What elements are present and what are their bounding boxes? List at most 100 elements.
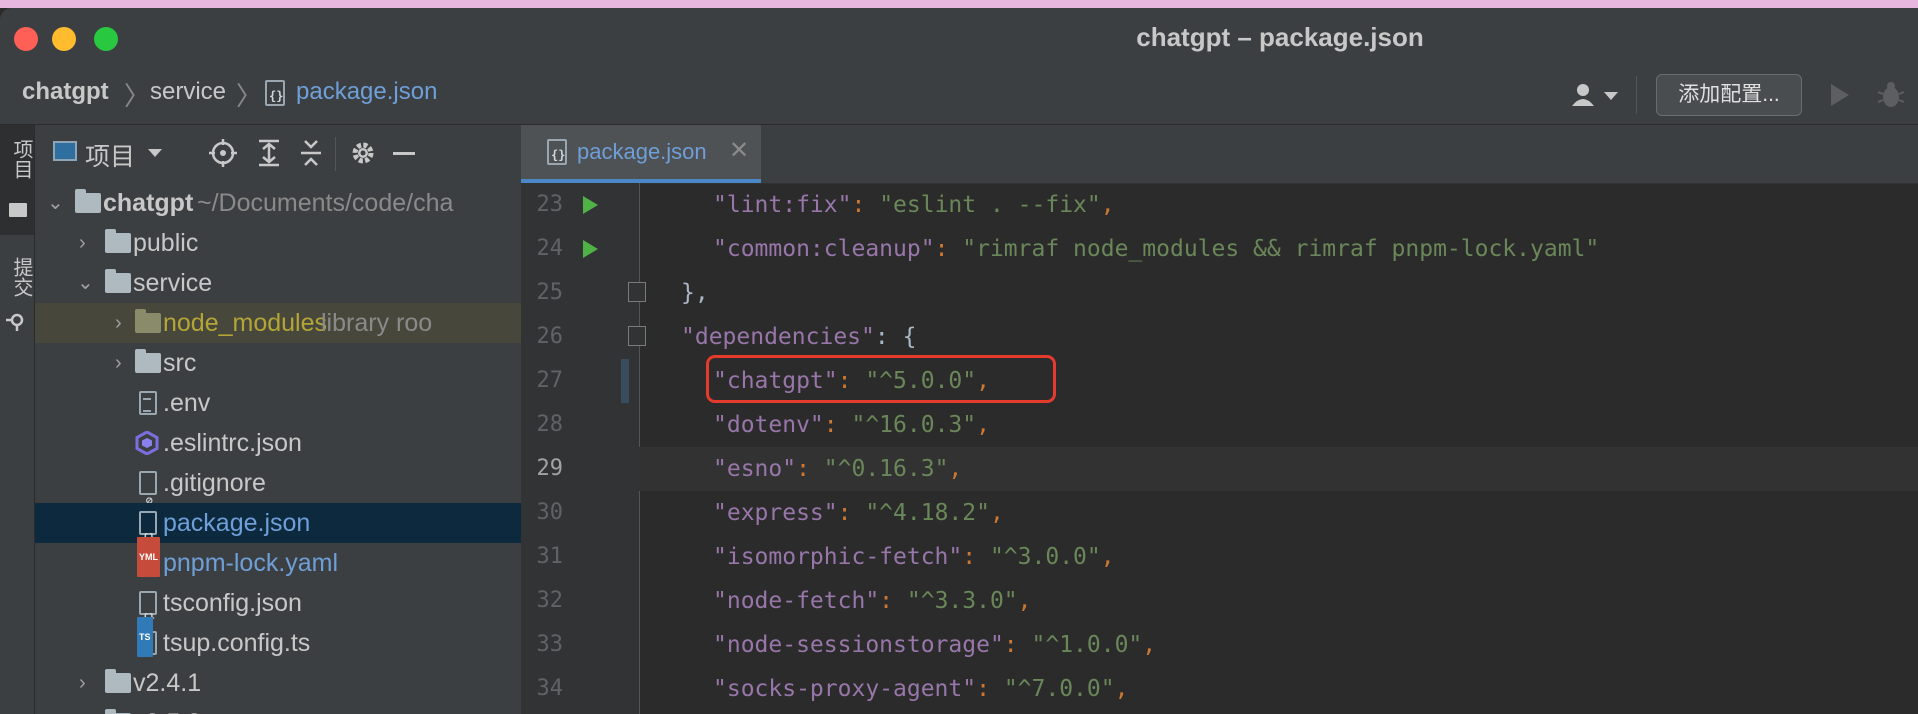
json-file-icon: {} bbox=[263, 80, 285, 108]
code-line[interactable]: "common:cleanup": "rimraf node_modules &… bbox=[713, 227, 1599, 271]
run-script-icon[interactable] bbox=[583, 196, 598, 214]
code-line[interactable]: }, bbox=[681, 271, 709, 315]
json-brace: }, bbox=[681, 280, 709, 306]
toolbar-divider bbox=[1636, 76, 1637, 114]
collapse-all-icon[interactable] bbox=[297, 139, 325, 167]
chevron-right-icon: 〉 bbox=[124, 81, 151, 111]
tree-item-public[interactable]: › public bbox=[35, 223, 521, 263]
json-key: "express" bbox=[713, 500, 838, 526]
minimize-panel-icon[interactable] bbox=[393, 152, 415, 155]
json-key: "esno" bbox=[713, 456, 797, 482]
json-punct: , bbox=[1100, 192, 1115, 218]
user-account-icon[interactable] bbox=[1570, 82, 1622, 108]
tab-package-json[interactable]: {} package.json ✕ bbox=[521, 125, 761, 183]
json-value: "rimraf node_modules && rimraf pnpm-lock… bbox=[962, 236, 1600, 262]
minimize-window-button[interactable] bbox=[52, 27, 76, 51]
tree-item-tsconfig[interactable]: {} tsconfig.json bbox=[35, 583, 521, 624]
project-view-selector[interactable]: 项目 bbox=[85, 137, 135, 173]
breadcrumb-item-folder[interactable]: service bbox=[150, 78, 226, 106]
tool-window-commit-tab[interactable]: 提交 bbox=[0, 257, 34, 347]
expand-all-icon[interactable] bbox=[255, 139, 283, 167]
chevron-right-icon[interactable]: › bbox=[115, 303, 122, 343]
project-tool-label: 项目 bbox=[10, 139, 32, 179]
json-file-icon: {} bbox=[137, 511, 159, 544]
json-key: "common:cleanup" bbox=[713, 236, 935, 262]
close-window-button[interactable] bbox=[14, 27, 38, 51]
folder-icon bbox=[9, 203, 27, 217]
tree-item-v2-4-1[interactable]: › v2.4.1 bbox=[35, 663, 521, 703]
chevron-down-icon[interactable]: ⌄ bbox=[77, 263, 94, 303]
folder-icon bbox=[105, 669, 131, 693]
tree-item-chatgpt[interactable]: ⌄ chatgpt ~/Documents/code/cha bbox=[35, 183, 521, 223]
tree-item-tsup-config[interactable]: TS tsup.config.ts bbox=[35, 617, 521, 663]
add-configuration-button[interactable]: 添加配置... bbox=[1656, 74, 1802, 116]
json-punct: , bbox=[948, 456, 963, 482]
code-line[interactable]: "express": "^4.18.2", bbox=[713, 491, 1004, 535]
tree-item-label: v2.4.1 bbox=[133, 669, 202, 697]
code-line[interactable]: "esno": "^0.16.3", bbox=[713, 447, 962, 491]
code-line[interactable]: "dependencies": { bbox=[681, 315, 916, 359]
breadcrumb-item-file[interactable]: package.json bbox=[296, 78, 437, 106]
line-number: 26 bbox=[536, 324, 564, 349]
header-divider bbox=[335, 137, 336, 171]
tree-item-label: node_modules bbox=[163, 309, 328, 337]
json-value: "^0.16.3" bbox=[823, 456, 949, 482]
ignore-file-icon: ⊘ bbox=[137, 471, 159, 507]
tree-item-gitignore[interactable]: ⊘ .gitignore bbox=[35, 463, 521, 507]
chevron-right-icon[interactable]: › bbox=[79, 663, 86, 703]
fold-marker-icon[interactable] bbox=[628, 326, 646, 346]
tree-item-env[interactable]: .env bbox=[35, 383, 521, 423]
title-bar: chatgpt – package.json bbox=[0, 8, 1918, 66]
chevron-down-icon[interactable]: ⌄ bbox=[47, 183, 64, 223]
line-number: 24 bbox=[536, 236, 564, 261]
locate-file-icon[interactable] bbox=[209, 139, 237, 167]
json-file-icon: {} bbox=[545, 139, 567, 167]
line-number: 30 bbox=[536, 500, 564, 525]
json-value: "^3.0.0" bbox=[989, 544, 1101, 570]
chevron-right-icon[interactable]: › bbox=[79, 223, 86, 263]
project-panel-header: 项目 bbox=[35, 125, 521, 183]
annotation-highlight-box bbox=[706, 355, 1056, 403]
gear-icon[interactable] bbox=[349, 139, 377, 167]
tool-window-project-tab[interactable]: 项目 bbox=[0, 125, 34, 235]
run-script-icon[interactable] bbox=[583, 240, 598, 258]
tree-item-label: src bbox=[163, 349, 197, 377]
close-tab-icon[interactable]: ✕ bbox=[729, 136, 749, 165]
json-key: "isomorphic-fetch" bbox=[713, 544, 963, 570]
tree-item-package-json[interactable]: {} package.json bbox=[35, 503, 521, 544]
chevron-right-icon[interactable]: › bbox=[115, 343, 122, 383]
tree-item-pnpm-lock[interactable]: YML pnpm-lock.yaml bbox=[35, 537, 521, 583]
code-line[interactable]: "node-fetch": "^3.3.0", bbox=[713, 579, 1032, 623]
json-punct: , bbox=[976, 412, 990, 438]
code-line[interactable]: "lint:fix": "eslint . --fix", bbox=[713, 183, 1115, 227]
json-value: "^7.0.0" bbox=[1003, 676, 1115, 702]
line-number: 34 bbox=[536, 676, 564, 701]
code-line[interactable]: "isomorphic-fetch": "^3.0.0", bbox=[713, 535, 1115, 579]
run-icon[interactable] bbox=[1828, 82, 1852, 108]
json-value: "^1.0.0" bbox=[1031, 632, 1143, 658]
chevron-down-icon[interactable] bbox=[147, 147, 163, 159]
tree-item-label: .gitignore bbox=[163, 469, 266, 497]
breadcrumb-item-project[interactable]: chatgpt bbox=[22, 78, 109, 106]
window-title: chatgpt – package.json bbox=[1136, 22, 1424, 52]
project-tree: ⌄ chatgpt ~/Documents/code/cha › public … bbox=[35, 183, 521, 714]
json-value: "^4.18.2" bbox=[865, 500, 990, 526]
tree-item-src[interactable]: › src bbox=[35, 343, 521, 383]
code-line[interactable]: "dotenv": "^16.0.3", bbox=[713, 403, 990, 447]
json-key: "node-sessionstorage" bbox=[713, 632, 1004, 658]
fold-marker-icon[interactable] bbox=[628, 282, 646, 302]
code-line[interactable]: "node-sessionstorage": "^1.0.0", bbox=[713, 623, 1156, 667]
tree-item-v2-5-0[interactable]: › v2.5.0 bbox=[35, 703, 521, 714]
debug-icon[interactable] bbox=[1876, 80, 1906, 110]
tree-item-label: service bbox=[133, 269, 213, 297]
tree-item-service[interactable]: ⌄ service bbox=[35, 263, 521, 303]
tree-item-eslintrc[interactable]: .eslintrc.json bbox=[35, 423, 521, 463]
line-number: 23 bbox=[536, 192, 564, 217]
tree-item-path: ~/Documents/code/cha bbox=[197, 189, 454, 217]
commit-icon bbox=[6, 313, 24, 331]
tree-item-node-modules[interactable]: › node_modules library roo bbox=[35, 303, 521, 343]
code-line[interactable]: "socks-proxy-agent": "^7.0.0", bbox=[713, 667, 1128, 711]
chevron-right-icon[interactable]: › bbox=[79, 703, 86, 714]
json-punct: , bbox=[1114, 676, 1129, 702]
maximize-window-button[interactable] bbox=[94, 27, 118, 51]
